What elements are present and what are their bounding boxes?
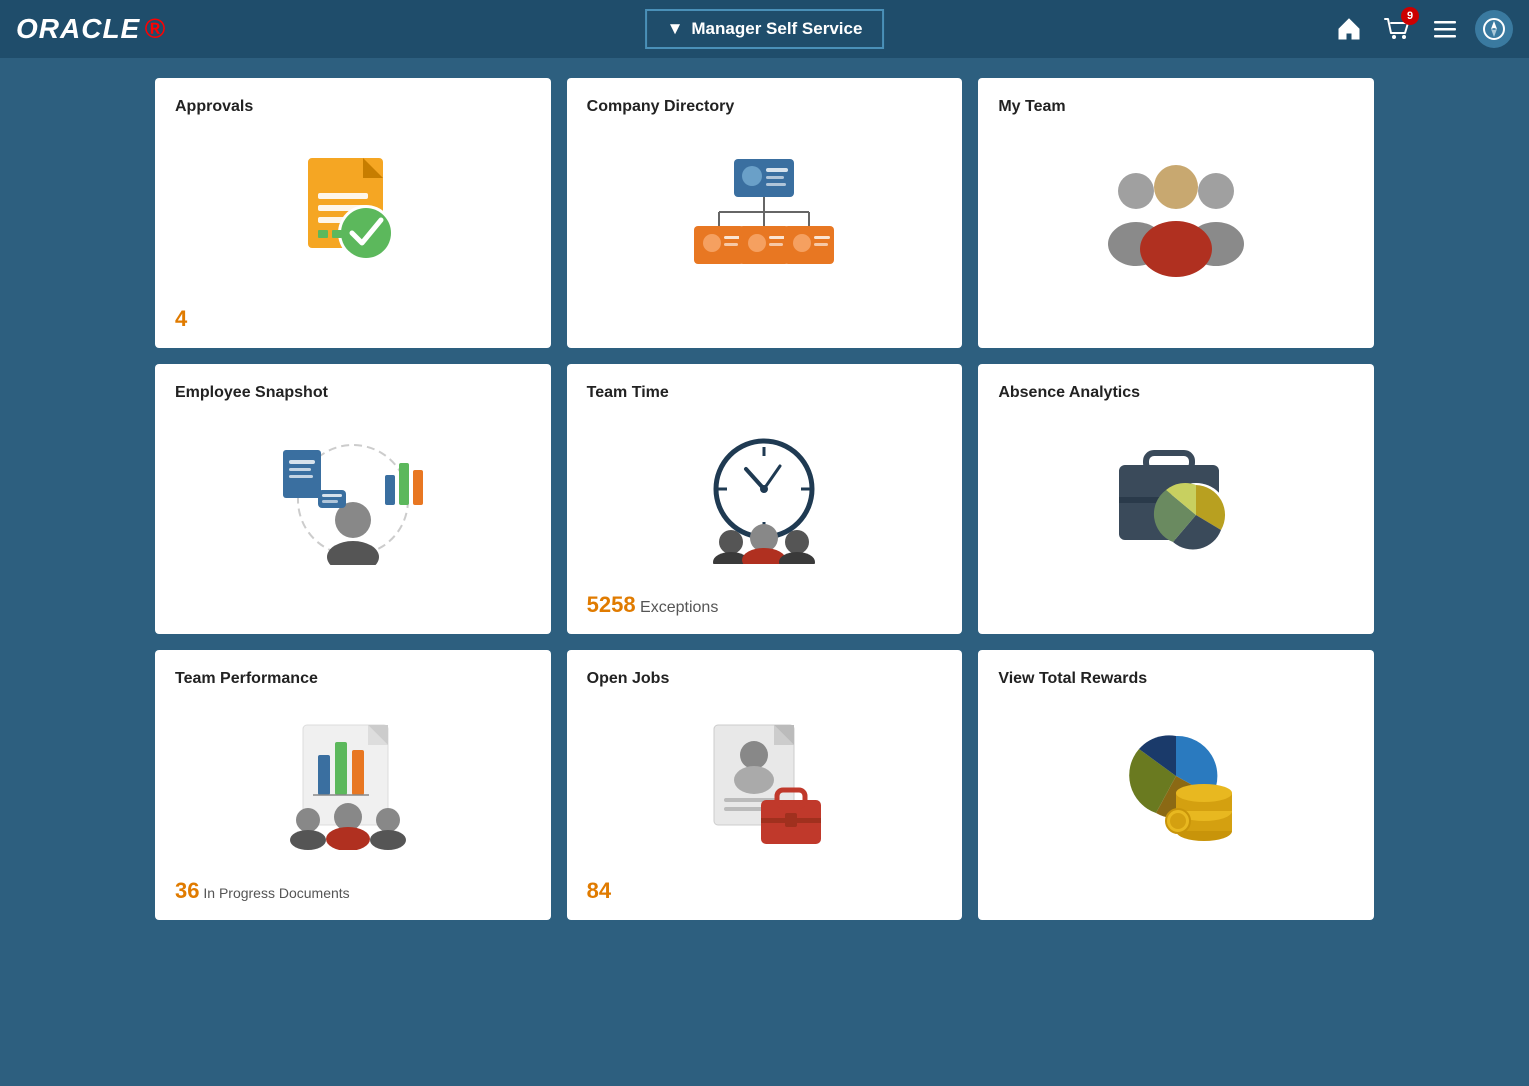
tile-my-team[interactable]: My Team (978, 78, 1374, 348)
tile-team-time-count: 5258 (587, 592, 636, 617)
tile-team-performance-title: Team Performance (175, 670, 531, 688)
oracle-logo: ORACLE ® (16, 13, 166, 45)
cart-badge: 9 (1401, 7, 1419, 25)
oracle-logo-dot: ® (144, 13, 166, 45)
tile-employee-snapshot-footer (175, 594, 531, 618)
tile-team-performance[interactable]: Team Performance (155, 650, 551, 920)
tile-employee-snapshot[interactable]: Employee Snapshot (155, 364, 551, 634)
tile-company-directory-icon (587, 128, 943, 300)
tile-approvals-footer: 4 (175, 306, 531, 332)
tile-approvals-title: Approvals (175, 98, 531, 116)
tile-team-time-footer: 5258 Exceptions (587, 592, 943, 618)
tile-team-performance-icon (175, 700, 531, 870)
home-button[interactable] (1331, 11, 1367, 47)
tile-my-team-icon (998, 128, 1354, 300)
tile-open-jobs[interactable]: Open Jobs (567, 650, 963, 920)
header-actions: 9 (1331, 10, 1513, 48)
tile-absence-analytics-icon (998, 414, 1354, 586)
tile-company-directory-footer (587, 308, 943, 332)
tile-team-performance-footer: 36 In Progress Documents (175, 878, 531, 904)
oracle-logo-text: ORACLE (16, 13, 140, 45)
tile-employee-snapshot-title: Employee Snapshot (175, 384, 531, 402)
tile-view-total-rewards-footer (998, 880, 1354, 904)
tile-open-jobs-count: 84 (587, 878, 611, 903)
tile-team-time[interactable]: Team Time (567, 364, 963, 634)
tile-my-team-title: My Team (998, 98, 1354, 116)
tile-company-directory[interactable]: Company Directory (567, 78, 963, 348)
tile-absence-analytics-footer (998, 594, 1354, 618)
tile-employee-snapshot-icon (175, 414, 531, 586)
tile-view-total-rewards[interactable]: View Total Rewards (978, 650, 1374, 920)
tile-approvals-icon (175, 128, 531, 298)
tile-approvals[interactable]: Approvals 4 (155, 78, 551, 348)
compass-button[interactable] (1475, 10, 1513, 48)
tile-team-time-title: Team Time (587, 384, 943, 402)
cart-button[interactable]: 9 (1379, 11, 1415, 47)
nav-dropdown-arrow: ▼ (667, 19, 684, 39)
tile-my-team-footer (998, 308, 1354, 332)
tile-team-performance-count: 36 (175, 878, 199, 903)
tile-open-jobs-title: Open Jobs (587, 670, 943, 688)
tile-team-performance-suffix: In Progress Documents (199, 885, 349, 901)
tile-approvals-count: 4 (175, 306, 187, 331)
nav-dropdown-label: Manager Self Service (691, 19, 862, 39)
tile-open-jobs-icon (587, 700, 943, 870)
tile-view-total-rewards-icon (998, 700, 1354, 872)
menu-button[interactable] (1427, 11, 1463, 47)
nav-dropdown-container: ▼ Manager Self Service (645, 9, 885, 49)
header: ORACLE ® ▼ Manager Self Service 9 (0, 0, 1529, 58)
tile-team-time-suffix: Exceptions (636, 599, 719, 616)
tile-company-directory-title: Company Directory (587, 98, 943, 116)
tiles-grid: Approvals 4 (0, 58, 1529, 940)
tile-absence-analytics[interactable]: Absence Analytics (978, 364, 1374, 634)
tile-open-jobs-footer: 84 (587, 878, 943, 904)
nav-dropdown[interactable]: ▼ Manager Self Service (645, 9, 885, 49)
tile-view-total-rewards-title: View Total Rewards (998, 670, 1354, 688)
tile-team-time-icon (587, 414, 943, 584)
tile-absence-analytics-title: Absence Analytics (998, 384, 1354, 402)
